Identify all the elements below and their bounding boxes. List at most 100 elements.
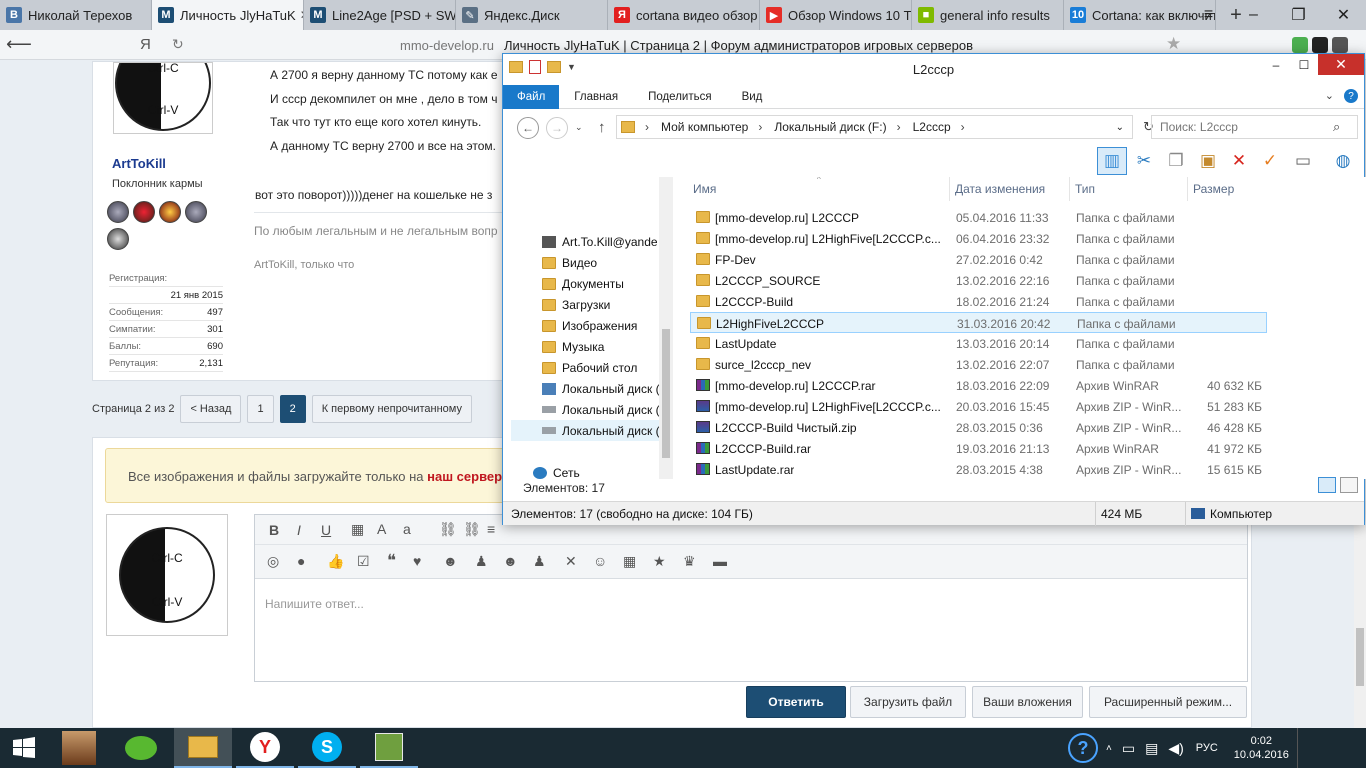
column-header-size[interactable]: Размер [1193, 177, 1234, 201]
browser-tab[interactable]: ✎ Яндекс.Диск [456, 0, 608, 30]
menu-icon[interactable]: ≡ [1186, 0, 1231, 30]
file-row[interactable]: [mmo-develop.ru] L2HighFive[L2CCCP.c... 0… [690, 228, 1267, 249]
advanced-mode-button[interactable]: Расширенный режим... [1089, 686, 1247, 718]
search-input[interactable]: Поиск: L2cccp [1151, 115, 1358, 139]
back-arrow-icon[interactable]: ⟵ [6, 34, 32, 55]
forward-button[interactable]: → [546, 117, 568, 139]
file-row[interactable]: L2CCCP-Build 18.02.2016 21:24 Папка с файл… [690, 291, 1267, 312]
browser-tab-active[interactable]: M Личность JlyHaTuK✕ [152, 0, 304, 30]
reply-placeholder[interactable]: Напишите ответ... [265, 597, 364, 611]
nav-item-pictures[interactable]: Изображения [511, 315, 637, 336]
users-icon[interactable]: ☻ [503, 553, 518, 569]
breadcrumb-item[interactable]: Мой компьютер [661, 120, 748, 134]
browser-tab[interactable]: ▶ Обзор Windows 10 Те [760, 0, 912, 30]
scrollbar-thumb[interactable] [1356, 628, 1364, 686]
page-2-button[interactable]: 2 [279, 395, 306, 423]
nav-item-local-disk[interactable]: Локальный диск ( [511, 399, 660, 420]
volume-icon[interactable]: ◀) [1168, 740, 1183, 757]
bold-icon[interactable]: B [269, 522, 279, 538]
medal-icon[interactable] [159, 201, 181, 223]
close-icon[interactable]: ✕ [296, 8, 303, 22]
smiley-icon[interactable]: ☺ [593, 553, 607, 569]
minimize-button[interactable]: – [1262, 54, 1290, 75]
url-domain[interactable]: mmo-develop.ru [400, 38, 494, 53]
up-arrow-icon[interactable]: ↑ [598, 119, 606, 136]
font-size-icon[interactable]: A [377, 521, 386, 537]
browser-tab[interactable]: ■ general info results [912, 0, 1064, 30]
minimize-button[interactable]: – [1231, 0, 1276, 30]
nav-item-video[interactable]: Видео [511, 252, 597, 273]
medal-icon[interactable] [107, 228, 129, 250]
mask-icon[interactable] [1312, 37, 1328, 53]
yandex-logo[interactable]: Я [140, 36, 151, 53]
chevron-down-icon[interactable]: ⌄ [1325, 89, 1334, 103]
reload-icon[interactable]: ↻ [172, 36, 184, 53]
clock[interactable]: 0:02 10.04.2016 [1234, 734, 1289, 762]
chevron-down-icon[interactable]: ⌄ [1116, 122, 1124, 133]
notice-link[interactable]: наш сервер [427, 469, 502, 484]
file-row[interactable]: [mmo-develop.ru] L2CCCP 05.04.2016 11:33 П… [690, 207, 1267, 228]
nav-item-music[interactable]: Музыка [511, 336, 604, 357]
column-header-date[interactable]: Дата изменения [955, 177, 1045, 201]
column-header-type[interactable]: Тип [1075, 177, 1095, 201]
close-button[interactable]: ✕ [1318, 54, 1364, 75]
trophy-icon[interactable]: ♛ [683, 553, 696, 570]
start-button[interactable] [0, 728, 48, 768]
color-icon[interactable]: ▦ [351, 521, 364, 538]
tab-share[interactable]: Поделиться [633, 85, 727, 109]
scrollbar-thumb[interactable] [662, 329, 670, 458]
nav-item-documents[interactable]: Документы [511, 273, 624, 294]
file-row[interactable]: L2CCCP_SOURCE 13.02.2016 22:16 Папка с фай… [690, 270, 1267, 291]
paste-icon[interactable]: ▣ [1196, 149, 1220, 173]
globe-icon[interactable]: ◍ [1331, 149, 1355, 173]
frog-app-icon[interactable] [112, 728, 170, 768]
quote-icon[interactable]: ❝ [387, 551, 396, 571]
breadcrumb[interactable]: › Мой компьютер › Локальный диск (F:) › … [616, 115, 1154, 139]
copy-icon[interactable]: ❐ [1164, 149, 1188, 173]
star-icon[interactable]: ★ [653, 553, 666, 570]
delete-icon[interactable]: ✕ [1227, 149, 1251, 173]
calendar-icon[interactable]: ▦ [623, 553, 636, 570]
restore-button[interactable]: ❐ [1276, 0, 1321, 30]
nav-item-yandex-disk[interactable]: Art.To.Kill@yande [511, 231, 658, 252]
maximize-button[interactable]: ☐ [1290, 54, 1318, 75]
breadcrumb-item[interactable]: Локальный диск (F:) [774, 120, 886, 134]
shield-icon[interactable] [1292, 37, 1308, 53]
user-photo-icon[interactable] [50, 728, 108, 768]
first-unread-button[interactable]: К первому непрочитанному [311, 395, 472, 423]
folder-icon[interactable]: ▬ [713, 553, 727, 569]
help-icon[interactable]: ? [1344, 89, 1358, 103]
close-button[interactable]: ✕ [1321, 0, 1366, 30]
italic-icon[interactable]: I [297, 522, 301, 538]
chevron-up-icon[interactable]: ˄ [1106, 743, 1112, 754]
medal-icon[interactable] [185, 201, 207, 223]
properties-icon[interactable]: ▭ [1291, 149, 1315, 173]
bookmark-star-icon[interactable]: ★ [1166, 34, 1181, 54]
preview-pane-icon[interactable]: ▥ [1097, 147, 1127, 175]
nav-item-network[interactable]: Сеть [511, 462, 580, 479]
comment-icon[interactable]: ● [297, 553, 305, 569]
nav-item-local-disk-selected[interactable]: Локальный диск ( [511, 420, 660, 441]
file-row-selected[interactable]: L2HighFiveL2CCCP 31.03.2016 20:42 Папка с … [690, 312, 1267, 333]
rename-icon[interactable]: ✓ [1258, 149, 1282, 173]
spoiler-icon[interactable]: ◎ [267, 553, 279, 570]
file-row[interactable]: surce_l2cccp_nev 13.02.2016 22:07 Папка с … [690, 354, 1267, 375]
show-desktop-button[interactable] [1296, 728, 1302, 768]
notification-icon[interactable]: ▭ [1122, 740, 1135, 757]
explorer-titlebar[interactable]: ▼ L2cccp – ☐ ✕ [503, 54, 1364, 85]
nav-item-desktop[interactable]: Рабочий стол [511, 357, 637, 378]
group-icon[interactable]: ☻ [443, 553, 458, 569]
nav-scrollbar[interactable] [659, 177, 673, 479]
check-icon[interactable]: ☑ [357, 553, 370, 570]
username-link[interactable]: ArtToKill [112, 156, 166, 171]
file-row[interactable]: L2CCCP-Build.rar 19.03.2016 21:13 Архив Wi… [690, 438, 1267, 459]
prev-page-button[interactable]: < Назад [180, 395, 242, 423]
language-indicator[interactable]: РУС [1196, 742, 1218, 754]
submit-reply-button[interactable]: Ответить [746, 686, 846, 718]
attachments-button[interactable]: Ваши вложения [972, 686, 1083, 718]
page-1-button[interactable]: 1 [247, 395, 274, 423]
editor-taskbar-icon[interactable] [360, 728, 418, 768]
tab-file[interactable]: Файл [503, 84, 560, 109]
font-icon[interactable]: a [403, 521, 411, 537]
tab-home[interactable]: Главная [559, 85, 633, 109]
